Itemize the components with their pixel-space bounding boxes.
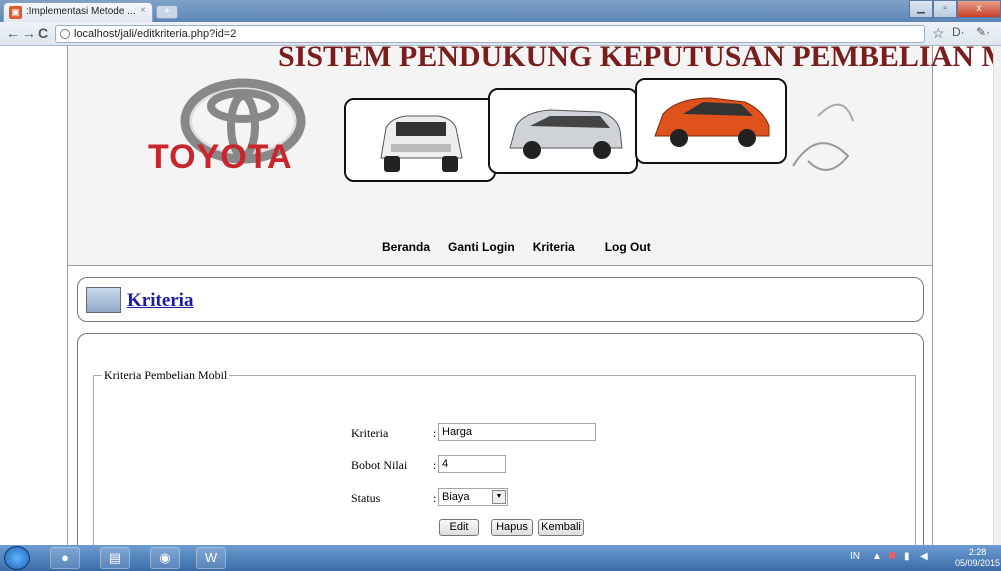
browser-toolbar: ← → C localhost/jali/editkriteria.php?id… bbox=[0, 22, 1001, 46]
network-icon[interactable]: ▮ bbox=[904, 551, 910, 562]
new-tab-button[interactable]: + bbox=[156, 5, 178, 19]
bobot-input[interactable]: 4 bbox=[438, 455, 506, 473]
nav-item-kriteria[interactable]: Kriteria bbox=[524, 240, 584, 254]
system-clock[interactable]: 2:28 05/09/2015 bbox=[955, 547, 1000, 569]
page-container: SISTEM PENDUKUNG KEPUTUSAN PEMBELIAN MOB… bbox=[67, 46, 1001, 545]
form-panel: Kriteria Pembelian Mobil Kriteria : Harg… bbox=[77, 333, 924, 545]
word-icon[interactable]: W bbox=[196, 547, 226, 569]
section-title-panel: Kriteria bbox=[77, 277, 924, 322]
nav-item-log-out[interactable]: Log Out bbox=[596, 240, 660, 254]
page-scrollbar[interactable] bbox=[993, 46, 1001, 545]
maximize-button[interactable]: ▫ bbox=[933, 0, 957, 18]
page-viewport: SISTEM PENDUKUNG KEPUTUSAN PEMBELIAN MOB… bbox=[0, 46, 1001, 545]
banner-title: SISTEM PENDUKUNG KEPUTUSAN PEMBELIAN MOB… bbox=[278, 46, 1001, 73]
chrome-icon[interactable]: ◉ bbox=[150, 547, 180, 569]
hatchback-car-image bbox=[635, 78, 787, 164]
mpv-car-image bbox=[488, 88, 638, 174]
fieldset-legend: Kriteria Pembelian Mobil bbox=[104, 368, 228, 382]
tab-title: :Implementasi Metode ... bbox=[26, 6, 136, 17]
address-bar[interactable]: localhost/jali/editkriteria.php?id=2 bbox=[55, 25, 925, 43]
decorative-swirl bbox=[788, 86, 858, 186]
browser-tab[interactable]: ▣ :Implementasi Metode ... × bbox=[3, 2, 153, 22]
kriteria-fieldset: Kriteria Pembelian Mobil Kriteria : Harg… bbox=[93, 368, 916, 545]
clock-time: 2:28 bbox=[968, 547, 987, 557]
hapus-button[interactable]: Hapus bbox=[491, 519, 533, 536]
reload-button[interactable]: C bbox=[38, 25, 48, 41]
kriteria-label: Kriteria bbox=[351, 426, 389, 440]
kembali-button[interactable]: Kembali bbox=[538, 519, 584, 536]
section-title-link[interactable]: Kriteria bbox=[127, 290, 193, 312]
clock-date: 05/09/2015 bbox=[955, 558, 1001, 568]
status-colon: : bbox=[433, 491, 437, 505]
windows-taskbar: ● ▤ ◉ W IN ▲ ✖ ▮ ◀ 2:28 05/09/2015 bbox=[0, 545, 1001, 571]
url-text: localhost/jali/editkriteria.php?id=2 bbox=[74, 28, 237, 40]
nav-item-ganti-login[interactable]: Ganti Login bbox=[439, 240, 524, 254]
tray-arrow-icon[interactable]: ▲ bbox=[872, 551, 882, 562]
main-nav: Beranda Ganti Login Kriteria Log Out bbox=[373, 240, 660, 254]
page-info-icon[interactable] bbox=[60, 29, 70, 39]
kriteria-input[interactable]: Harga bbox=[438, 423, 596, 441]
window-controls: ▁ ▫ x bbox=[909, 0, 1001, 18]
antivirus-icon[interactable]: ✖ bbox=[888, 551, 896, 562]
bookmark-star-icon[interactable]: ☆ bbox=[932, 25, 945, 42]
favicon-icon: ▣ bbox=[9, 6, 22, 19]
minimize-button[interactable]: ▁ bbox=[909, 0, 933, 18]
nav-item-beranda[interactable]: Beranda bbox=[373, 240, 439, 254]
dropdown-arrow-icon[interactable]: ▼ bbox=[492, 490, 506, 504]
firefox-icon[interactable]: ● bbox=[50, 547, 80, 569]
page-menu-button[interactable]: D· bbox=[952, 25, 965, 39]
folder-icon[interactable]: ▤ bbox=[100, 547, 130, 569]
status-select[interactable]: Biaya ▼ bbox=[438, 488, 508, 506]
bobot-label: Bobot Nilai bbox=[351, 458, 408, 472]
site-header: SISTEM PENDUKUNG KEPUTUSAN PEMBELIAN MOB… bbox=[68, 46, 1001, 266]
logo-text: TOYOTA bbox=[148, 138, 293, 176]
suv-car-image bbox=[344, 98, 496, 182]
status-label: Status bbox=[351, 491, 381, 505]
forward-button[interactable]: → bbox=[22, 25, 36, 41]
volume-icon[interactable]: ◀ bbox=[920, 551, 928, 562]
close-window-button[interactable]: x bbox=[957, 0, 1001, 18]
edit-button[interactable]: Edit bbox=[439, 519, 479, 536]
language-indicator[interactable]: IN bbox=[850, 551, 860, 562]
status-select-value: Biaya bbox=[442, 491, 470, 503]
bobot-colon: : bbox=[433, 458, 437, 472]
tab-close-icon[interactable]: × bbox=[140, 5, 146, 16]
start-button[interactable] bbox=[4, 546, 30, 570]
wrench-menu-button[interactable]: ✎· bbox=[976, 25, 990, 39]
table-icon bbox=[86, 287, 121, 313]
browser-titlebar: ▣ :Implementasi Metode ... × + ▁ ▫ x bbox=[0, 0, 1001, 22]
kriteria-colon: : bbox=[433, 426, 437, 440]
back-button[interactable]: ← bbox=[6, 25, 20, 41]
